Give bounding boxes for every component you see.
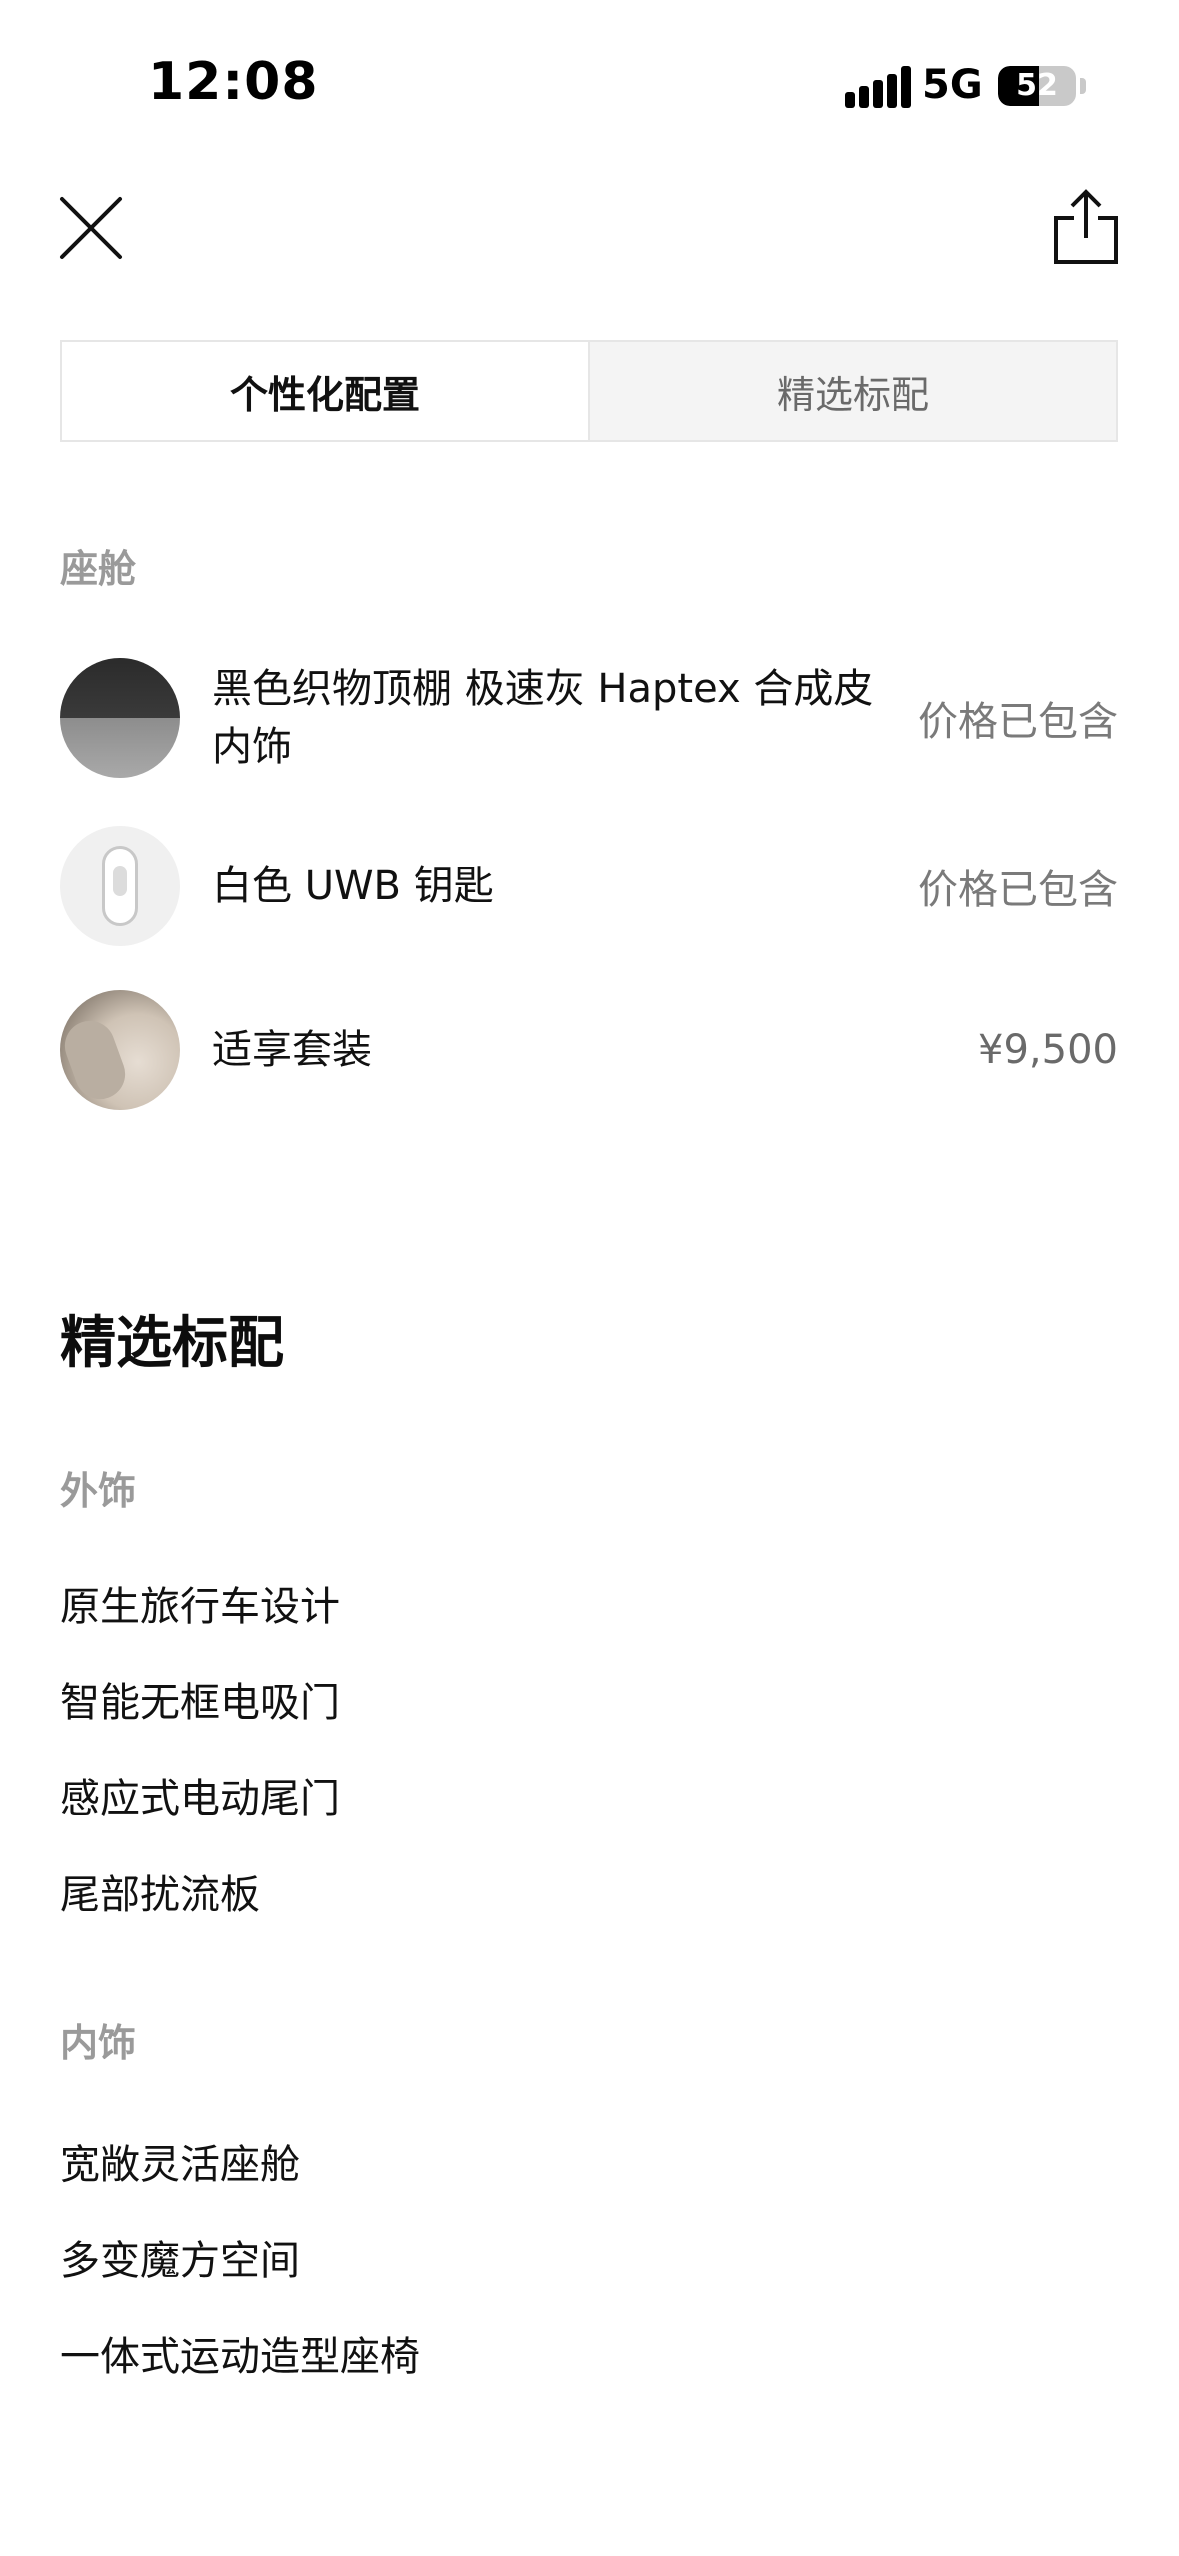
item-price: ¥9,500 [978,1027,1118,1073]
list-item: 适享套装 ¥9,500 [60,990,1118,1110]
item-price: 价格已包含 [918,867,1118,913]
feature-item: 原生旅行车设计 [60,1584,340,1630]
share-button[interactable] [1052,188,1120,266]
feature-item: 宽敞灵活座舱 [60,2142,300,2188]
item-name: 白色 UWB 钥匙 [212,863,494,909]
section-label-cabin: 座舱 [60,547,137,591]
signal-icon [845,66,911,108]
item-price: 价格已包含 [918,699,1118,745]
item-name: 黑色织物顶棚 极速灰 Haptex 合成皮内饰 [212,666,874,770]
uwb-key-image [60,826,180,946]
seat-package-image [60,990,180,1110]
feature-item: 感应式电动尾门 [60,1776,340,1822]
feature-item: 一体式运动造型座椅 [60,2334,420,2380]
status-time: 12:08 [148,52,319,112]
section-label-interior: 内饰 [60,2021,137,2065]
status-bar: 12:08 5G 52 [0,0,1179,170]
network-type: 5G [922,62,983,108]
close-icon [60,197,122,259]
list-item: 白色 UWB 钥匙 价格已包含 [60,826,1118,946]
item-name: 适享套装 [212,1027,372,1073]
config-tabs: 个性化配置 精选标配 [60,340,1118,442]
feature-item: 多变魔方空间 [60,2238,300,2284]
standard-config-heading: 精选标配 [60,1311,284,1376]
battery-icon: 52 [998,66,1076,106]
section-label-exterior: 外饰 [60,1469,137,1513]
close-button[interactable] [58,195,124,261]
list-item: 黑色织物顶棚 极速灰 Haptex 合成皮内饰 价格已包含 [60,658,1118,778]
feature-item: 尾部扰流板 [60,1872,260,1918]
tab-standard-config[interactable]: 精选标配 [588,342,1116,440]
feature-item: 智能无框电吸门 [60,1680,340,1726]
battery-tip [1080,78,1086,94]
battery-percent: 52 [1016,68,1058,103]
share-icon [1054,189,1118,264]
interior-swatch-image [60,658,180,778]
tab-personalized-config[interactable]: 个性化配置 [62,342,588,440]
